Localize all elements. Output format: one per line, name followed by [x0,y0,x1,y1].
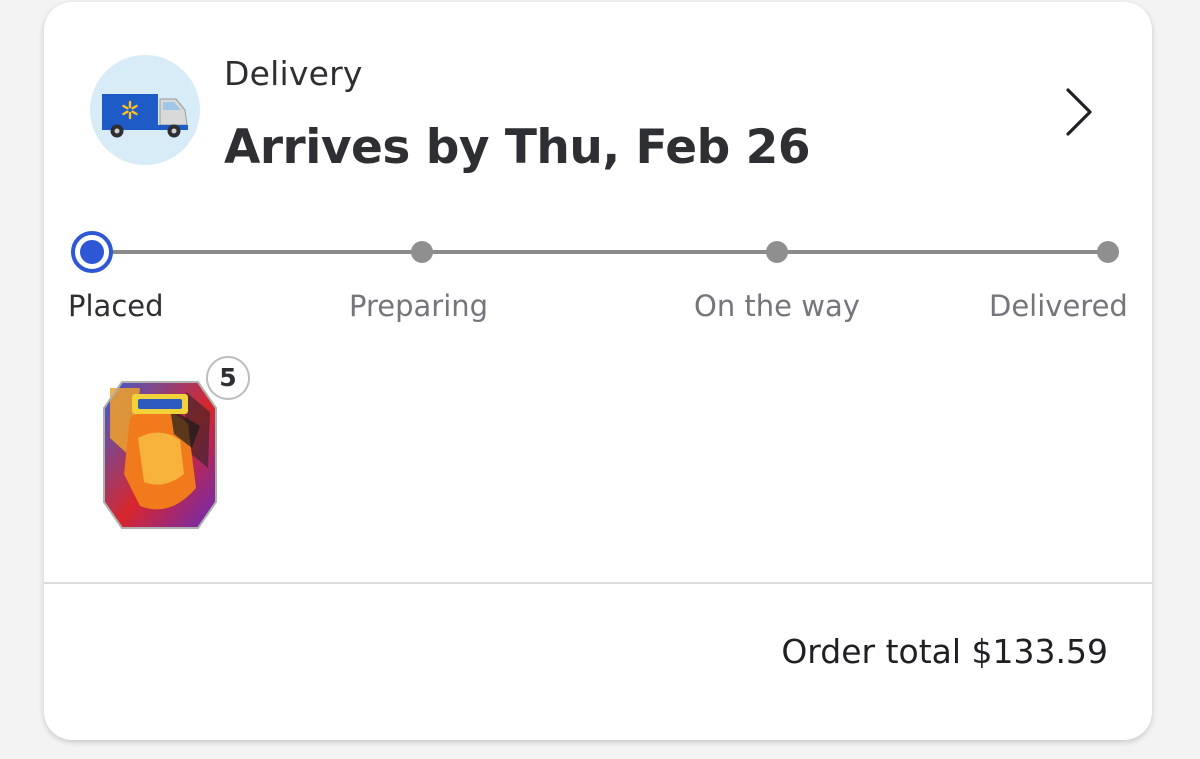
stage-label-delivered: Delivered [989,289,1128,323]
order-total: Order total $133.59 [781,632,1108,671]
divider [44,582,1152,584]
quantity-badge: 5 [206,356,250,400]
order-status-card[interactable]: Delivery Arrives by Thu, Feb 26 Placed Pr… [44,2,1152,740]
order-progress-tracker [71,231,1119,273]
progress-node-preparing [411,241,433,263]
progress-node-on-the-way [766,241,788,263]
progress-node-delivered [1097,241,1119,263]
product-thumbnail-pokemon-tin[interactable] [100,378,220,532]
stage-label-on-the-way: On the way [694,289,860,323]
stage-label-preparing: Preparing [349,289,489,323]
progress-node-placed-fill [80,240,104,264]
stage-label-placed: Placed [68,289,164,323]
